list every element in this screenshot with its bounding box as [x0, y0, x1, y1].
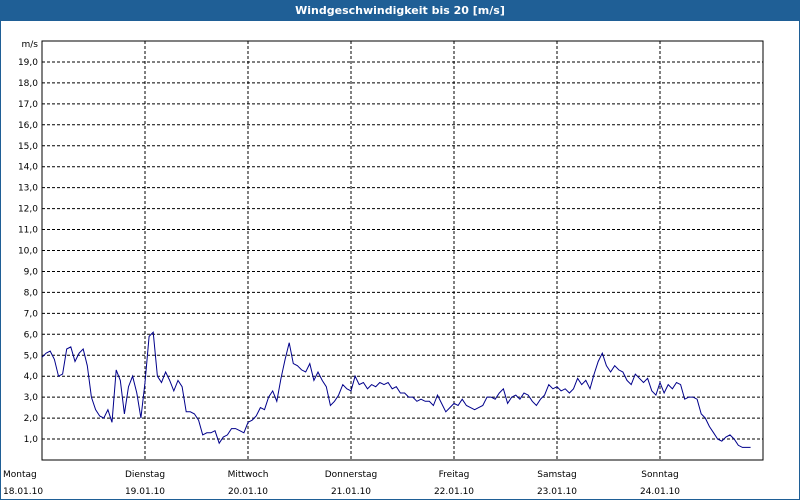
- y-tick-label: 11,0: [18, 226, 38, 236]
- y-tick-label: 14,0: [18, 163, 38, 173]
- x-tick-day-label: Montag: [3, 470, 37, 480]
- chart-canvas: 1,0 2,0 3,0 4,0 5,0 6,0 7,0 8,0 9,0 10,0 11,0 12,0 1…: [3, 40, 764, 497]
- y-tick-label: 8,0: [24, 288, 39, 298]
- x-tick-day-label: Samstag: [537, 470, 576, 480]
- y-tick-label: 10,0: [18, 247, 38, 257]
- chart-window: Windgeschwindigkeit bis 20 [m/s] 1,0 2,0 3…: [0, 0, 800, 500]
- x-tick-date-label: 24.01.10: [640, 487, 680, 497]
- x-tick-day-label: Donnerstag: [325, 470, 378, 480]
- x-tick-day-label: Sonntag: [641, 470, 678, 480]
- grid-lines: [42, 41, 763, 460]
- tick-labels: 1,0 2,0 3,0 4,0 5,0 6,0 7,0 8,0 9,0 10,0 11,0 12,0 1…: [3, 58, 680, 497]
- y-tick-label: 17,0: [18, 100, 38, 110]
- y-tick-label: 6,0: [24, 330, 39, 340]
- x-tick-day-label: Mittwoch: [228, 470, 269, 480]
- x-tick-date-label: 20.01.10: [228, 487, 268, 497]
- x-tick-date-label: 19.01.10: [125, 487, 165, 497]
- y-tick-label: 9,0: [24, 267, 39, 277]
- series-line-wind-speed: [41, 331, 751, 448]
- y-tick-label: 7,0: [24, 309, 39, 319]
- y-tick-label: 12,0: [18, 205, 38, 215]
- y-axis-unit-label: m/s: [22, 40, 39, 50]
- y-tick-label: 18,0: [18, 79, 38, 89]
- y-tick-label: 13,0: [18, 184, 38, 194]
- x-tick-date-label: 18.01.10: [3, 487, 43, 497]
- y-tick-label: 4,0: [24, 372, 39, 382]
- y-tick-label: 15,0: [18, 142, 38, 152]
- x-tick-date-label: 22.01.10: [434, 487, 474, 497]
- x-tick-date-label: 23.01.10: [537, 487, 577, 497]
- y-tick-label: 3,0: [24, 393, 39, 403]
- y-tick-label: 19,0: [18, 58, 38, 68]
- x-tick-day-label: Freitag: [439, 470, 470, 480]
- x-tick-day-label: Dienstag: [125, 470, 165, 480]
- x-tick-date-label: 21.01.10: [331, 487, 371, 497]
- series-layer: [41, 331, 751, 448]
- y-tick-label: 5,0: [24, 351, 39, 361]
- y-tick-label: 16,0: [18, 121, 38, 131]
- y-tick-label: 1,0: [24, 435, 39, 445]
- y-tick-label: 2,0: [24, 414, 39, 424]
